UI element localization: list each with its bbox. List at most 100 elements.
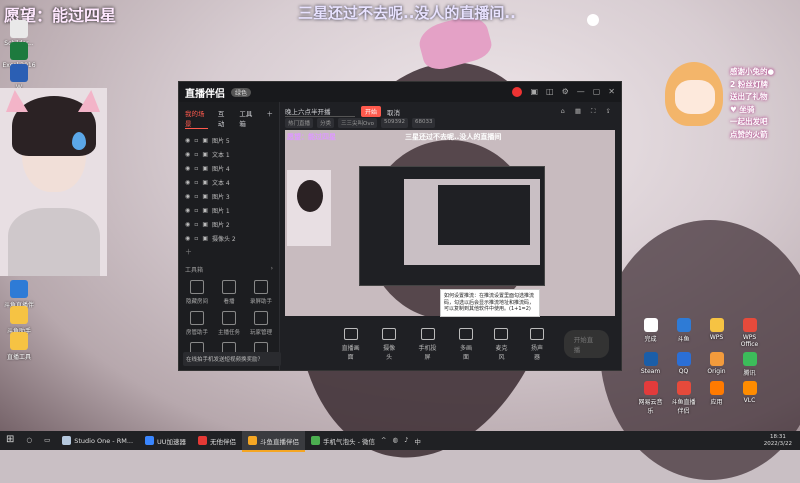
- scene-item[interactable]: ◉ ▫ ▣ 图片 5: [179, 133, 279, 147]
- desktop-icon[interactable]: 斗鱼: [669, 318, 698, 348]
- control-button[interactable]: 直播画面: [339, 327, 362, 361]
- fullscreen-icon[interactable]: ⛶: [591, 107, 596, 116]
- lock-icon[interactable]: ▫: [194, 207, 198, 214]
- tool-item[interactable]: 玩家管理: [245, 311, 277, 336]
- tool-item[interactable]: 看播: [213, 280, 245, 305]
- desktop-icon[interactable]: QQ: [669, 352, 698, 377]
- scene-item[interactable]: ◉ ▫ ▣ 图片 2: [179, 217, 279, 231]
- lock-icon[interactable]: ▫: [194, 165, 198, 172]
- lock-icon[interactable]: ▫: [194, 137, 198, 144]
- cancel-button[interactable]: 取消: [387, 107, 400, 117]
- sticker-face: [675, 80, 715, 114]
- eye-icon[interactable]: ◉: [185, 151, 190, 158]
- task-view-icon[interactable]: ▭: [38, 430, 56, 451]
- scene-item[interactable]: ◉ ▫ ▣ 文本 4: [179, 175, 279, 189]
- eye-icon[interactable]: ◉: [185, 193, 190, 200]
- desktop-app-icon: [709, 352, 724, 366]
- tab-1[interactable]: 互动: [218, 108, 229, 129]
- desktop-app-icon: [10, 280, 28, 298]
- control-button[interactable]: 手机投屏: [416, 327, 439, 361]
- desktop-icon-label: VLC: [743, 397, 756, 404]
- scene-item[interactable]: ◉ ▫ ▣ 图片 3: [179, 189, 279, 203]
- eye-icon[interactable]: ◉: [185, 221, 190, 228]
- tool-item[interactable]: 隐藏房间: [181, 280, 213, 305]
- taskbar-app[interactable]: 无他伴侣: [192, 431, 242, 452]
- tool-item[interactable]: 录屏助手: [245, 280, 277, 305]
- chevron-right-icon[interactable]: ›: [271, 265, 273, 274]
- taskbar-app[interactable]: UU加速器: [139, 431, 192, 452]
- desktop-icon[interactable]: 斗鱼助手: [2, 306, 36, 335]
- eye-icon[interactable]: ◉: [185, 137, 190, 144]
- desktop-icon[interactable]: WPS Office: [735, 318, 764, 348]
- version-badge[interactable]: 绿色: [231, 87, 252, 97]
- add-scene-icon[interactable]: ＋: [267, 108, 274, 129]
- avatar[interactable]: [512, 87, 523, 97]
- desktop-icon[interactable]: VLC: [735, 381, 764, 415]
- tab-0[interactable]: 我的场景: [185, 108, 208, 129]
- room-tag[interactable]: 热门直播: [285, 118, 314, 128]
- settings-icon[interactable]: ⚙: [562, 87, 569, 97]
- ime-icon[interactable]: 中: [414, 436, 421, 446]
- lock-icon[interactable]: ⌂: [561, 107, 565, 116]
- taskbar-app[interactable]: 斗鱼直播伴侣: [242, 431, 306, 452]
- search-icon[interactable]: ○: [20, 430, 38, 451]
- control-button[interactable]: 扬声器: [528, 327, 546, 361]
- eye-icon[interactable]: ◉: [185, 165, 190, 172]
- scene-item[interactable]: ◉ ▫ ▣ 图片 1: [179, 203, 279, 217]
- control-button[interactable]: 麦克风: [493, 327, 511, 361]
- room-tag[interactable]: 三三尖叫Ovo: [338, 118, 377, 128]
- network-icon[interactable]: ◍: [392, 436, 398, 446]
- eye-icon[interactable]: ◉: [185, 179, 190, 186]
- clock-time: 18:31: [769, 433, 786, 440]
- taskbar-app-icon: [62, 436, 72, 445]
- scene-item[interactable]: ◉ ▫ ▣ 文本 1: [179, 147, 279, 161]
- eye-icon[interactable]: ◉: [185, 235, 190, 242]
- start-live-button[interactable]: 开始直播: [563, 330, 610, 358]
- marquee-overlay-text: 三星还过不去呢..没人的直播间..: [298, 4, 516, 22]
- room-title-input[interactable]: 晚上六点半开播: [285, 106, 355, 117]
- desktop-icon[interactable]: W: [2, 64, 36, 91]
- desktop-icon[interactable]: 直播工具: [2, 332, 36, 361]
- lock-icon[interactable]: ▫: [194, 221, 198, 228]
- scene-item[interactable]: ◉ ▫ ▣ 摄像头 2: [179, 231, 279, 245]
- scene-item[interactable]: ◉ ▫ ▣ 图片 4: [179, 161, 279, 175]
- tool-item[interactable]: 房管助手: [181, 311, 213, 336]
- lock-icon[interactable]: ▫: [194, 193, 198, 200]
- tab-2[interactable]: 工具箱: [239, 108, 256, 129]
- promo-banner[interactable]: 在线拍手机发送短视频换奖励？: [183, 352, 281, 366]
- room-tag[interactable]: 分类: [317, 118, 335, 128]
- desktop-icon[interactable]: 网易云音乐: [636, 381, 665, 415]
- minimize-icon[interactable]: —: [577, 87, 585, 97]
- control-button[interactable]: 多画面: [457, 327, 475, 361]
- control-button[interactable]: 摄像头: [380, 327, 398, 361]
- taskbar-clock[interactable]: 18:31 2022/3/22: [756, 434, 800, 448]
- add-scene-button[interactable]: ＋: [179, 245, 279, 259]
- start-button[interactable]: ⊞: [0, 430, 20, 451]
- taskbar-app[interactable]: 手机气泡头 - 微信: [305, 431, 381, 452]
- taskbar-app-icon: [145, 436, 155, 445]
- start-title-button[interactable]: 开始: [361, 106, 382, 117]
- eye-icon[interactable]: ◉: [185, 207, 190, 214]
- volume-icon[interactable]: ♪: [404, 436, 408, 446]
- lock-icon[interactable]: ▫: [194, 151, 198, 158]
- room-tag[interactable]: 509392: [380, 118, 408, 128]
- desktop-icon[interactable]: 应用: [702, 381, 731, 415]
- desktop-icon[interactable]: Steam: [636, 352, 665, 377]
- desktop-icon[interactable]: 完成: [636, 318, 665, 348]
- lock-icon[interactable]: ▫: [194, 179, 198, 186]
- room-tag[interactable]: 68033: [411, 118, 436, 128]
- tool-item[interactable]: 主播任务: [213, 311, 245, 336]
- maximize-icon[interactable]: ▢: [593, 87, 601, 97]
- desktop-icon[interactable]: 斗鱼直播伴侣: [669, 381, 698, 415]
- taskbar-app[interactable]: Studio One - RM...: [56, 431, 139, 452]
- desktop-icon[interactable]: WPS: [702, 318, 731, 348]
- gift-icon[interactable]: ◫: [546, 87, 554, 97]
- lock-icon[interactable]: ▫: [194, 235, 198, 242]
- message-icon[interactable]: ▣: [530, 87, 538, 97]
- chevron-up-icon[interactable]: ^: [381, 436, 386, 446]
- layout-icon[interactable]: ▦: [575, 107, 581, 116]
- desktop-icon[interactable]: 腾讯: [735, 352, 764, 377]
- desktop-icon[interactable]: Origin: [702, 352, 731, 377]
- close-icon[interactable]: ✕: [608, 87, 615, 97]
- share-icon[interactable]: ⇪: [606, 107, 611, 116]
